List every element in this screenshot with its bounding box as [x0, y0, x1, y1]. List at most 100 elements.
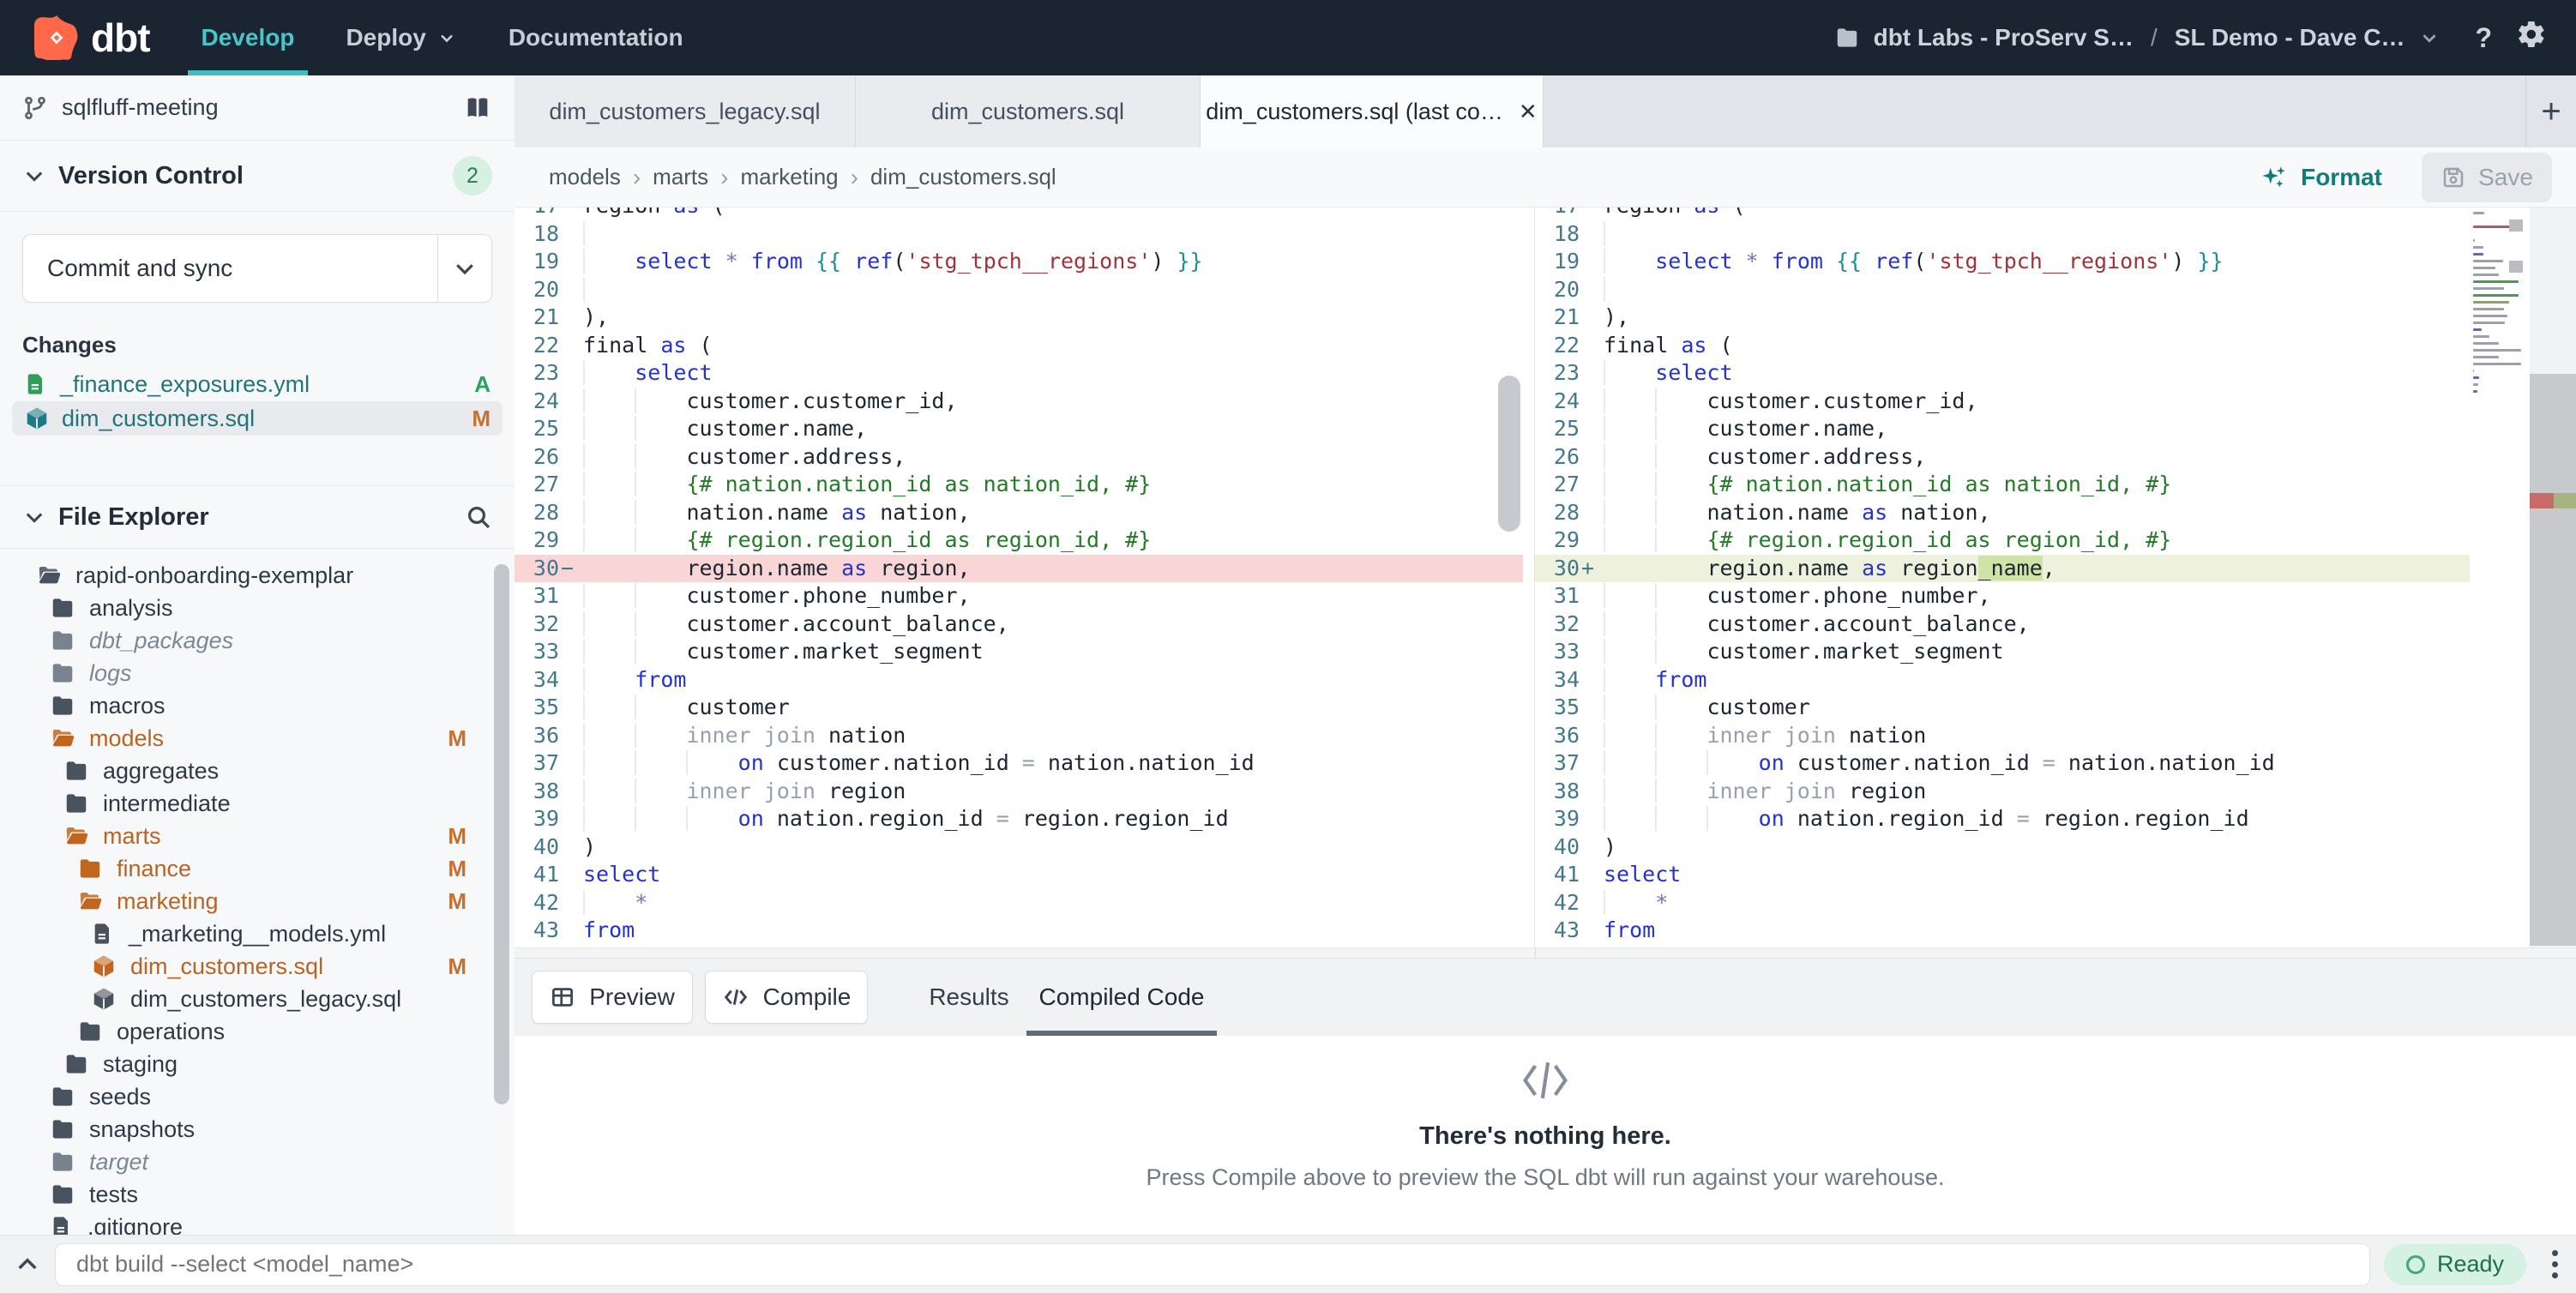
folder-icon [77, 1019, 103, 1044]
code-text: select [583, 861, 660, 889]
minimap-marker [2509, 220, 2523, 232]
close-icon[interactable]: ✕ [1519, 99, 1538, 125]
tree-item-finance[interactable]: financeM [0, 852, 515, 885]
change-status-badge: M [472, 406, 491, 432]
code-token [1604, 611, 1655, 636]
tree-item-.gitignore[interactable]: .gitignore [0, 1211, 515, 1235]
tree-item-seeds[interactable]: seeds [0, 1080, 515, 1113]
tree-item-marts[interactable]: martsM [0, 820, 515, 852]
tree-item-snapshots[interactable]: snapshots [0, 1113, 515, 1146]
kebab-menu[interactable] [2538, 1250, 2572, 1278]
save-button[interactable]: Save [2422, 153, 2552, 202]
code-text [1604, 220, 1655, 249]
code-token: select [1655, 360, 1732, 385]
file-explorer-header[interactable]: File Explorer [0, 485, 515, 549]
changed-file-_finance_exposures.yml[interactable]: _finance_exposures.ymlA [12, 367, 503, 401]
editor-tab-dim_customers.sql[interactable]: dim_customers.sql [856, 75, 1201, 147]
tree-item-_marketing__models.yml[interactable]: _marketing__models.yml [0, 917, 515, 950]
tree-item-target[interactable]: target [0, 1146, 515, 1178]
minimap-line [2473, 315, 2507, 317]
breadcrumb-item[interactable]: marts [653, 164, 708, 190]
search-icon[interactable] [465, 503, 492, 531]
breadcrumb-item[interactable]: dim_customers.sql [870, 164, 1056, 190]
right-pane-scrollbar[interactable] [2530, 207, 2576, 947]
scrollbar-thumb[interactable] [2530, 374, 2576, 946]
code-token [583, 360, 635, 385]
diff-pane-original[interactable]: 17region as (18 19 select * from {{ ref(… [515, 207, 1535, 947]
code-line-23: 23 select [1535, 359, 2470, 388]
code-token [841, 249, 854, 274]
tree-item-dbt_packages[interactable]: dbt_packages [0, 624, 515, 657]
breadcrumb-item[interactable]: marketing [740, 164, 838, 190]
docs-book-icon[interactable] [463, 93, 492, 123]
tree-item-analysis[interactable]: analysis [0, 592, 515, 624]
editor-tab-label: dim_customers.sql [931, 99, 1124, 125]
file-icon [91, 922, 115, 946]
code-token: nation.region_id [764, 806, 996, 831]
code-token: as [841, 556, 867, 580]
diff-pane-modified[interactable]: 17region as (18 19 select * from {{ ref(… [1535, 207, 2576, 947]
code-token: customer.market_segment [686, 639, 983, 664]
code-token [583, 583, 635, 608]
tree-item-dim_customers_legacy.sql[interactable]: dim_customers_legacy.sql [0, 983, 515, 1015]
code-token [583, 556, 635, 580]
changed-file-dim_customers.sql[interactable]: dim_customers.sqlM [12, 401, 503, 436]
command-input[interactable] [55, 1243, 2370, 1286]
chevron-up-icon[interactable] [0, 1251, 55, 1278]
folder-open-icon [63, 823, 89, 849]
code-text: on customer.nation_id = nation.nation_id [1604, 749, 2275, 778]
horizontal-scrollbar-track[interactable] [515, 947, 2576, 958]
tree-item-marketing[interactable]: marketingM [0, 885, 515, 917]
code-token: * [635, 890, 647, 915]
code-text: customer.name, [583, 415, 867, 443]
tree-item-label: intermediate [103, 791, 231, 817]
account-switcher[interactable]: dbt Labs - ProServ S… / SL Demo - Dave C… [1834, 24, 2464, 51]
tab-results[interactable]: Results [918, 959, 1020, 1036]
file-tree-scrollbar[interactable] [494, 564, 509, 1104]
code-token [1655, 611, 1706, 636]
tree-item-dim_customers.sql[interactable]: dim_customers.sqlM [0, 950, 515, 983]
code-line-37: 37 on customer.nation_id = nation.nation… [515, 749, 1523, 778]
tree-item-aggregates[interactable]: aggregates [0, 755, 515, 787]
editor-tab-dim_customers_legacy.sql[interactable]: dim_customers_legacy.sql [515, 75, 856, 147]
tree-item-models[interactable]: modelsM [0, 722, 515, 755]
tab-compiled-code[interactable]: Compiled Code [1026, 959, 1217, 1036]
code-token [583, 750, 635, 775]
help-button[interactable]: ? [2463, 22, 2504, 54]
line-number: 28 [515, 499, 559, 527]
empty-state-title: There's nothing here. [515, 1122, 2576, 1151]
code-token: ) [1604, 834, 1616, 859]
tree-item-label: tests [89, 1182, 138, 1208]
line-number: 20 [1535, 276, 1580, 304]
commit-and-sync-button[interactable]: Commit and sync [22, 234, 492, 303]
breadcrumb-item[interactable]: models [549, 164, 621, 190]
new-tab-button[interactable]: + [2525, 75, 2576, 147]
compile-button[interactable]: Compile [705, 971, 868, 1024]
version-control-header[interactable]: Version Control 2 [0, 141, 515, 212]
preview-button[interactable]: Preview [532, 971, 693, 1024]
nav-item-develop[interactable]: Develop [176, 0, 321, 75]
format-button[interactable]: Format [2260, 163, 2382, 192]
tree-item-staging[interactable]: staging [0, 1048, 515, 1080]
minimap[interactable] [2470, 207, 2525, 947]
code-text: final as ( [583, 332, 713, 360]
dbt-logo[interactable]: dbt [0, 0, 176, 75]
commit-options-caret[interactable] [437, 235, 491, 302]
code-text: on nation.region_id = region.region_id [1604, 805, 2249, 833]
tree-item-operations[interactable]: operations [0, 1015, 515, 1048]
folder-icon [50, 1149, 75, 1175]
settings-gear-button[interactable] [2504, 19, 2576, 57]
nav-item-documentation[interactable]: Documentation [483, 0, 709, 75]
tree-item-intermediate[interactable]: intermediate [0, 787, 515, 820]
tree-item-tests[interactable]: tests [0, 1178, 515, 1211]
nav-item-deploy[interactable]: Deploy [320, 0, 482, 75]
code-token: = [2043, 750, 2055, 775]
left-pane-scrollbar[interactable] [1498, 376, 1520, 532]
code-token [686, 806, 737, 831]
tree-item-macros[interactable]: macros [0, 689, 515, 722]
ready-dot-icon [2406, 1255, 2425, 1274]
line-number: 18 [515, 220, 559, 249]
tree-item-rapid-onboarding-exemplar[interactable]: rapid-onboarding-exemplar [0, 559, 515, 592]
tree-item-logs[interactable]: logs [0, 657, 515, 689]
editor-tab-dim_customers.sqllastco[interactable]: dim_customers.sql (last co…✕ [1201, 75, 1544, 147]
